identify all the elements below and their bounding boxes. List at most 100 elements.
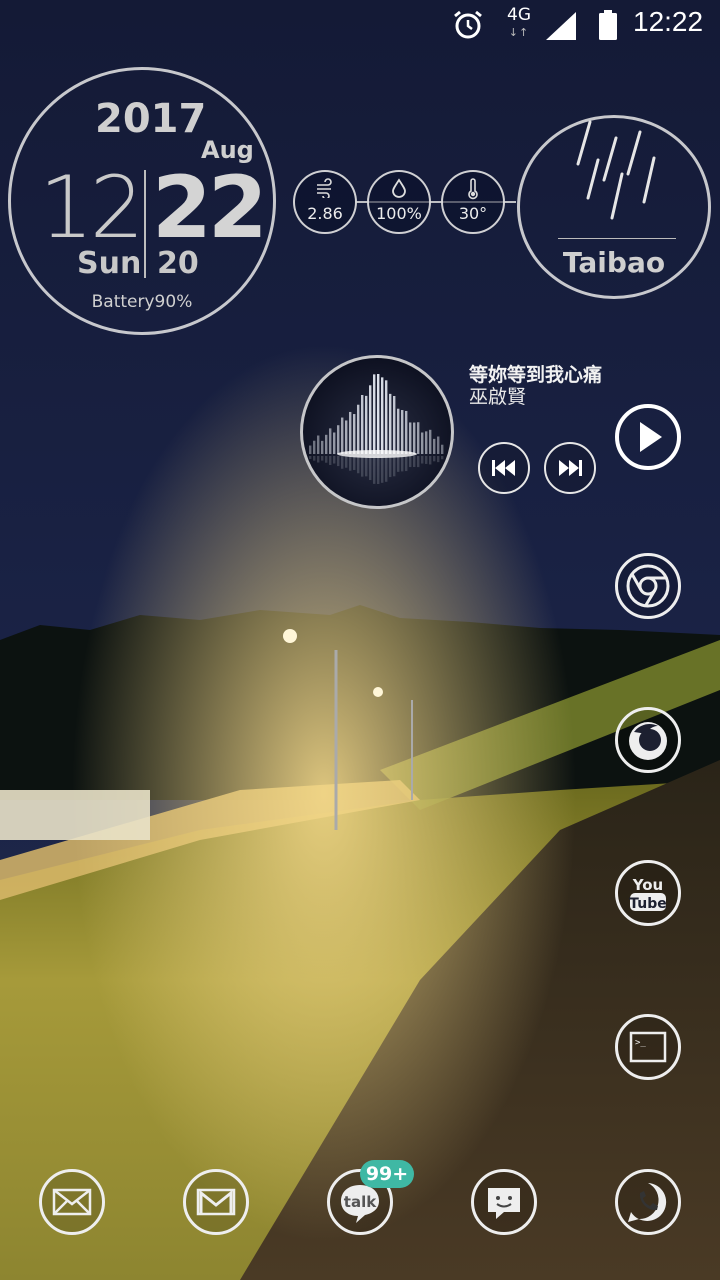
spectrum-reflection [441,456,444,460]
spectrum-reflection [433,456,436,462]
clock-day-of-week: Sun [77,246,142,281]
spectrum-reflection [333,456,336,464]
spectrum-reflection [353,456,356,470]
spectrum-bar [429,429,432,454]
spectrum-bar [321,440,324,454]
clock-divider [144,170,146,278]
clock-second: 20 [157,246,199,281]
temperature-value: 30° [458,204,488,223]
spectrum-bar [381,377,384,454]
spectrum-bar [401,410,404,454]
terminal-prompt: >_ [635,1038,646,1048]
spectrum-reflection [357,456,360,474]
spectrum-reflection [401,456,404,472]
spectrum-reflection [321,456,324,461]
terminal-app-button[interactable]: >_ [615,1014,681,1080]
wind-icon [295,178,355,204]
battery-icon [599,10,617,40]
spectrum-bar [369,385,372,454]
firefox-app-button[interactable] [615,707,681,773]
spectrum-bar [365,395,368,454]
network-indicator: 4G ↓↑ [504,6,534,42]
play-icon [640,422,662,452]
humidity-value: 100% [376,204,422,223]
audio-spectrum [309,374,444,484]
talk-label: talk [344,1193,377,1211]
chrome-app-button[interactable] [615,553,681,619]
spectrum-reflection [389,456,392,478]
spectrum-reflection [341,456,344,469]
previous-icon [492,460,515,476]
spectrum-reflection [345,456,348,468]
spectrum-reflection [373,456,376,484]
spectrum-reflection [397,456,400,472]
envelope-icon [52,1188,92,1216]
messages-app-button[interactable] [471,1169,537,1235]
wind-stat[interactable]: 2.86 [293,170,357,234]
youtube-label-bottom: Tube [629,896,667,912]
status-time: 12:22 [633,6,704,37]
spectrum-bar [389,393,392,454]
spectrum-reflection [381,456,384,483]
weather-circle[interactable]: Taibao [517,115,711,299]
spectrum-reflection [409,456,412,468]
network-type: 4G [507,5,531,25]
spectrum-bar [345,420,348,454]
clock-hour: 12 [39,158,144,258]
spectrum-reflection [337,456,340,467]
spectrum-bar [433,438,436,454]
weather-divider [558,238,676,239]
spectrum-bar [441,444,444,454]
spectrum-reflection [365,456,368,477]
spectrum-reflection [369,456,372,481]
signal-icon [546,12,576,40]
spectrum-reflection [309,456,312,459]
spectrum-reflection [405,456,408,472]
previous-button[interactable] [478,442,530,494]
gmail-icon [196,1188,236,1216]
weather-city: Taibao [562,246,666,279]
spectrum-bar [413,422,416,454]
spectrum-bar [313,440,316,454]
notification-badge: 99+ [360,1160,414,1188]
spectrum-reflection [349,456,352,471]
spectrum-reflection [377,456,380,484]
terminal-icon: >_ [629,1031,667,1063]
spectrum-bar [409,422,412,454]
message-icon [488,1188,520,1219]
spectrum-bar [357,404,360,454]
spectrum-reflection [361,456,364,477]
gmail-app-button[interactable] [183,1169,249,1235]
next-button[interactable] [544,442,596,494]
phone-app-button[interactable] [615,1169,681,1235]
spectrum-bar [341,417,344,454]
clock-widget[interactable]: 2017 Aug 12 22 Sun 20 Battery90% [8,67,276,335]
spectrum-reflection [313,456,316,461]
spectrum-reflection [329,456,332,465]
clock-year: 2017 [95,96,207,142]
spectrum-bar [377,374,380,454]
spectrum-bar [317,435,320,454]
alarm-icon [454,10,482,39]
youtube-app-button[interactable]: You Tube [615,860,681,926]
music-visualizer[interactable] [300,355,454,509]
spectrum-bar [361,394,364,454]
spectrum-reflection [429,456,432,465]
spectrum-bar [421,432,424,454]
next-icon [559,460,582,476]
spectrum-reflection [393,456,396,477]
spectrum-bar [329,428,332,454]
spectrum-bar [405,410,408,454]
spectrum-reflection [421,456,424,464]
spectrum-bar [397,408,400,454]
play-button[interactable] [615,404,681,470]
youtube-icon: You Tube [629,876,667,912]
droplet-icon [369,178,429,204]
network-arrows: ↓↑ [508,26,530,39]
humidity-stat[interactable]: 100% [367,170,431,234]
spectrum-bar [337,425,340,454]
spectrum-bar [333,432,336,454]
temperature-stat[interactable]: 30° [441,170,505,234]
spectrum-reflection [417,456,420,468]
email-app-button[interactable] [39,1169,105,1235]
